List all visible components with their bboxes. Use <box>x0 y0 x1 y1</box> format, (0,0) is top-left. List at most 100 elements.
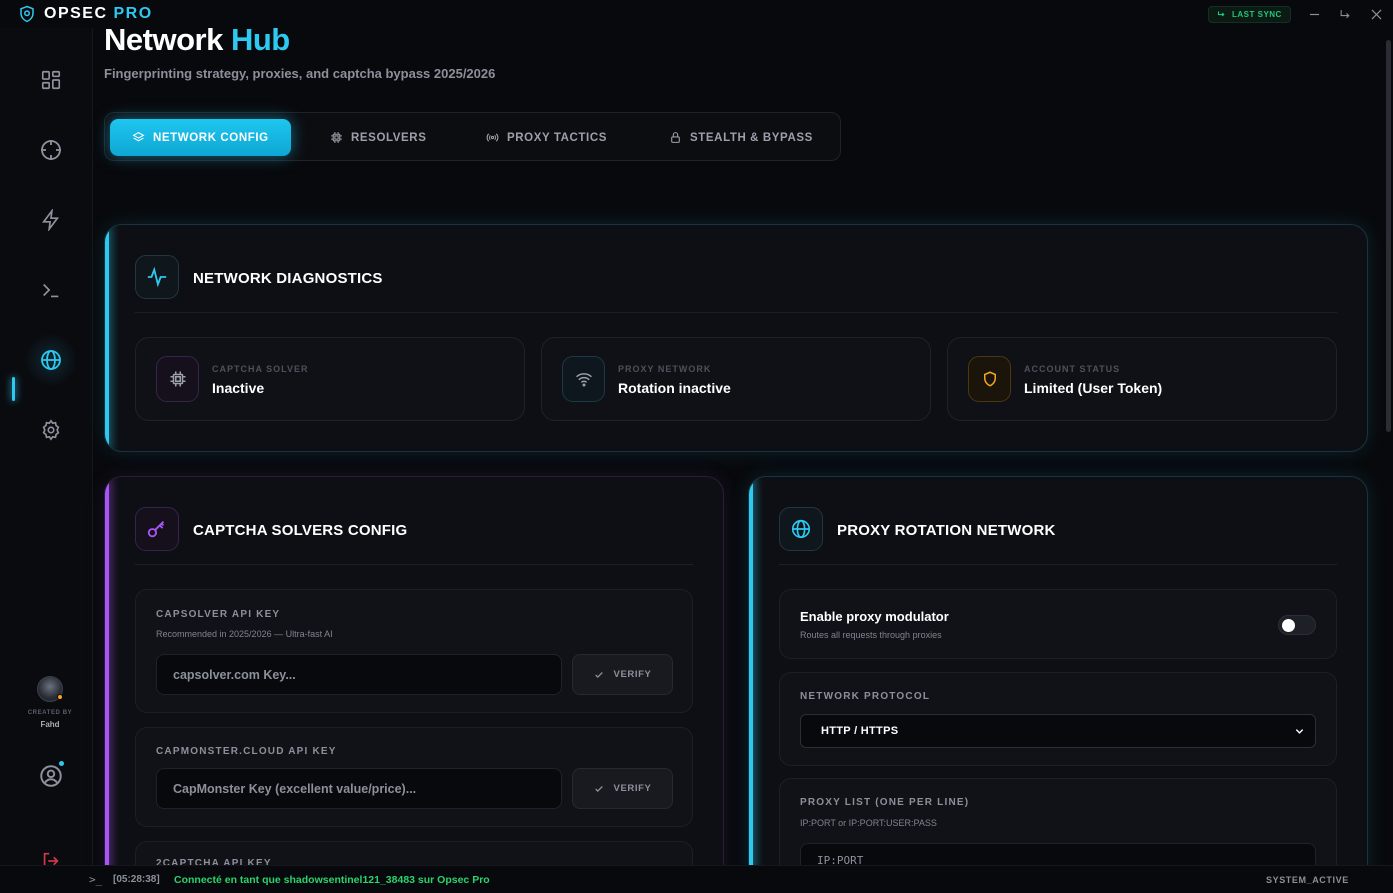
minimize-button[interactable] <box>1304 4 1324 24</box>
verify-label: VERIFY <box>613 783 652 794</box>
crosshair-icon <box>41 140 61 160</box>
card-icon <box>135 255 179 299</box>
sidebar-item-settings[interactable] <box>24 403 78 457</box>
key-icon <box>147 521 165 538</box>
wifi-icon <box>575 373 592 387</box>
brand: OPSEC PRO <box>18 5 153 23</box>
profile-button[interactable] <box>38 763 64 789</box>
protocol-selected-value: HTTP / HTTPS <box>821 725 899 737</box>
diag-label: CAPTCHA SOLVER <box>212 364 309 374</box>
capmonster-key-input[interactable]: CapMonster Key (excellent value/price)..… <box>156 768 562 809</box>
tab-bar: NETWORK CONFIG RESOLVERS PROXY TACTICS S… <box>104 112 841 161</box>
sidebar-item-targeting[interactable] <box>24 123 78 177</box>
diag-icon-wrap <box>156 356 199 402</box>
card-icon <box>779 507 823 551</box>
layers-icon <box>132 132 145 142</box>
sidebar: CREATED BY Fahd <box>0 28 93 893</box>
diag-value: Limited (User Token) <box>1024 380 1163 396</box>
log-message: Connecté en tant que shadowsentinel121_3… <box>174 874 490 886</box>
close-icon <box>1370 8 1382 20</box>
tab-proxy-tactics-label: PROXY TACTICS <box>507 131 608 144</box>
sidebar-item-automation[interactable] <box>24 193 78 247</box>
captcha-solvers-card: CAPTCHA SOLVERS CONFIG CAPSOLVER API KEY… <box>104 476 724 893</box>
protocol-label: NETWORK PROTOCOL <box>800 691 931 702</box>
user-circle-icon <box>40 765 62 787</box>
tab-stealth-bypass-label: STEALTH & BYPASS <box>690 131 813 144</box>
broadcast-icon <box>486 133 499 142</box>
check-icon <box>594 785 603 792</box>
protocol-select[interactable]: HTTP / HTTPS <box>800 714 1316 748</box>
capmonster-label: CAPMONSTER.CLOUD API KEY <box>156 746 337 757</box>
title-bar: OPSEC PRO LAST SYNC <box>0 0 1393 28</box>
capsolver-block: CAPSOLVER API KEY Recommended in 2025/20… <box>135 589 693 713</box>
card-accent-bar <box>749 477 753 893</box>
app-window: OPSEC PRO LAST SYNC CREATED BY Fahd Netw… <box>0 0 1393 893</box>
card-title: CAPTCHA SOLVERS CONFIG <box>193 522 408 539</box>
card-title: PROXY ROTATION NETWORK <box>837 522 1056 539</box>
sidebar-item-console[interactable] <box>24 263 78 317</box>
diag-label: PROXY NETWORK <box>618 364 712 374</box>
close-button[interactable] <box>1366 4 1386 24</box>
minimize-icon <box>1309 13 1319 15</box>
proxy-toggle-block: Enable proxy modulator Routes all reques… <box>779 589 1337 659</box>
diag-proxy-network: PROXY NETWORK Rotation inactive <box>541 337 931 421</box>
capsolver-label: CAPSOLVER API KEY <box>156 609 281 620</box>
chip-icon <box>331 132 342 143</box>
diag-captcha-solver: CAPTCHA SOLVER Inactive <box>135 337 525 421</box>
sidebar-item-network[interactable] <box>24 333 78 387</box>
diag-label: ACCOUNT STATUS <box>1024 364 1121 374</box>
gear-icon <box>42 419 60 441</box>
log-timestamp: [05:28:38] <box>113 874 160 885</box>
divider <box>135 564 693 565</box>
created-by-label: CREATED BY <box>27 710 73 716</box>
sync-arrow-icon <box>1217 11 1225 17</box>
toggle-knob <box>1282 619 1295 632</box>
proxy-list-label: PROXY LIST (ONE PER LINE) <box>800 797 970 808</box>
chip-icon <box>170 371 185 387</box>
capsolver-hint: Recommended in 2025/2026 — Ultra-fast AI <box>156 629 333 639</box>
page-subtitle: Fingerprinting strategy, proxies, and ca… <box>104 66 496 81</box>
capsolver-verify-button[interactable]: VERIFY <box>572 654 673 695</box>
scrollbar[interactable] <box>1386 40 1391 432</box>
card-title: NETWORK DIAGNOSTICS <box>193 270 383 287</box>
notification-dot <box>59 761 64 766</box>
shield-logo-icon <box>20 5 34 23</box>
protocol-block: NETWORK PROTOCOL HTTP / HTTPS <box>779 672 1337 766</box>
divider <box>779 564 1337 565</box>
tab-proxy-tactics[interactable]: PROXY TACTICS <box>486 119 607 156</box>
tab-resolvers-label: RESOLVERS <box>351 131 427 144</box>
terminal-prompt-icon: >_ <box>89 873 103 886</box>
sidebar-item-dashboard[interactable] <box>24 53 78 107</box>
bolt-icon <box>42 209 60 231</box>
terminal-icon <box>43 283 59 298</box>
tab-stealth-bypass[interactable]: STEALTH & BYPASS <box>669 119 813 156</box>
proxy-modulator-toggle[interactable] <box>1278 615 1316 635</box>
tab-network-config-label: NETWORK CONFIG <box>153 131 269 144</box>
verify-label: VERIFY <box>613 669 652 680</box>
status-bar: >_ [05:28:38] Connecté en tant que shado… <box>0 865 1393 893</box>
maximize-button[interactable] <box>1335 4 1355 24</box>
capmonster-block: CAPMONSTER.CLOUD API KEY CapMonster Key … <box>135 727 693 827</box>
divider <box>135 312 1337 313</box>
tab-network-config[interactable]: NETWORK CONFIG <box>110 119 291 156</box>
avatar-status-dot <box>57 694 63 700</box>
dashboard-icon <box>41 70 61 90</box>
card-accent-bar <box>105 225 109 451</box>
diag-account-status: ACCOUNT STATUS Limited (User Token) <box>947 337 1337 421</box>
diag-value: Inactive <box>212 380 265 396</box>
globe-icon <box>41 350 61 370</box>
card-accent-bar <box>105 477 109 893</box>
pulse-icon <box>147 266 167 288</box>
diag-icon-wrap <box>562 356 605 402</box>
proxy-toggle-hint: Routes all requests through proxies <box>800 630 942 640</box>
lock-icon <box>671 132 680 143</box>
creator-name: Fahd <box>40 720 60 729</box>
capsolver-key-input[interactable]: capsolver.com Key... <box>156 654 562 695</box>
capmonster-verify-button[interactable]: VERIFY <box>572 768 673 809</box>
card-icon <box>135 507 179 551</box>
expand-arrow-icon <box>1340 9 1350 18</box>
proxy-list-hint: IP:PORT or IP:PORT:USER:PASS <box>800 818 937 828</box>
tab-resolvers[interactable]: RESOLVERS <box>330 119 426 156</box>
proxy-toggle-label: Enable proxy modulator <box>800 609 949 624</box>
network-diagnostics-card: NETWORK DIAGNOSTICS CAPTCHA SOLVER Inact… <box>104 224 1368 452</box>
